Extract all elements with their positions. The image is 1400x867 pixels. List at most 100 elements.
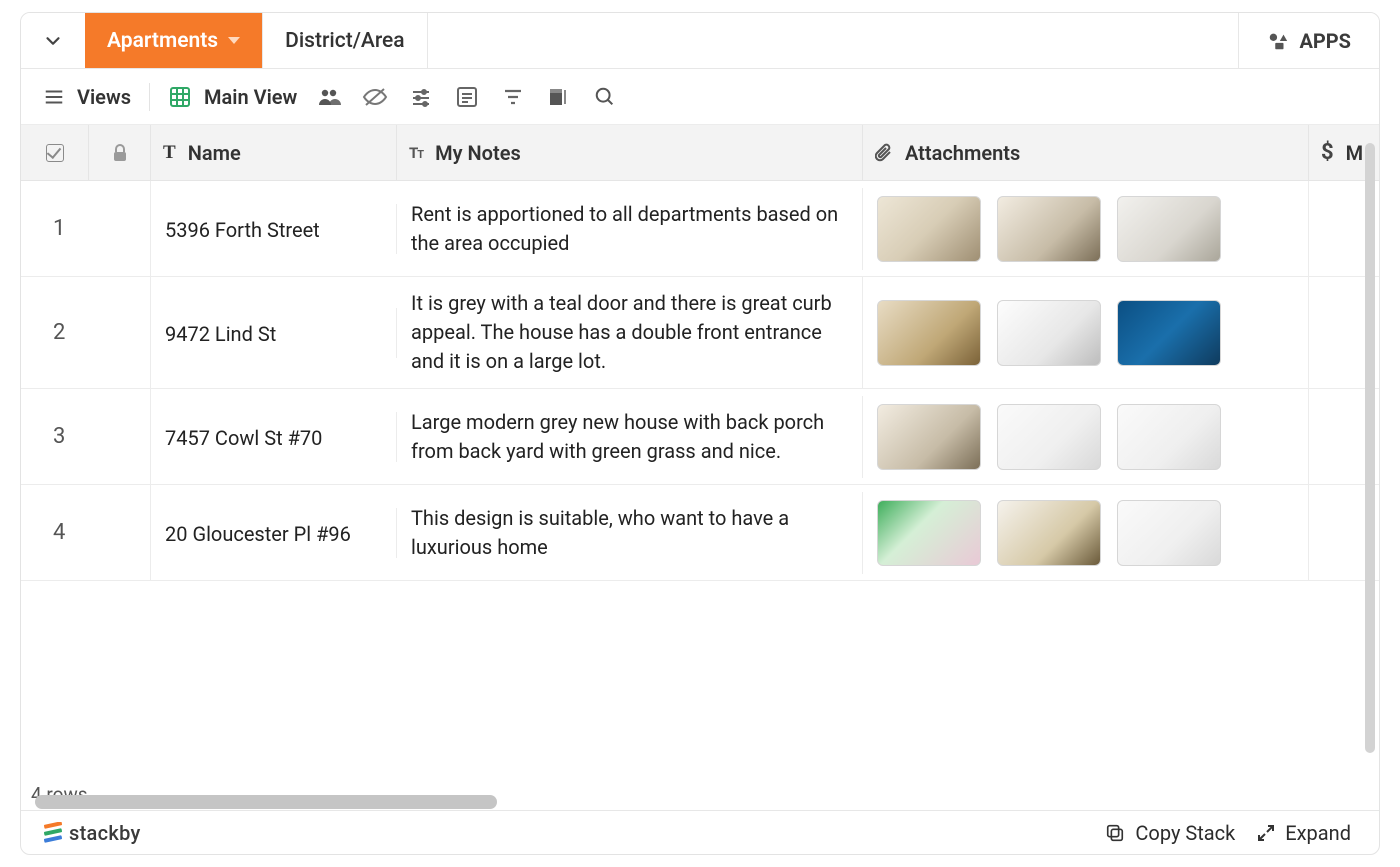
attachment-thumbnail[interactable] <box>1117 196 1221 262</box>
expand-button[interactable]: Expand <box>1251 817 1357 849</box>
attachment-thumbnail[interactable] <box>1117 300 1221 366</box>
horizontal-scrollbar[interactable] <box>21 794 511 810</box>
table-row[interactable]: 3 7457 Cowl St #70 Large modern grey new… <box>21 389 1379 485</box>
paperclip-icon <box>875 143 893 163</box>
select-all-cell[interactable] <box>21 125 89 180</box>
row-number: 4 <box>53 520 65 545</box>
eye-off-icon <box>362 87 388 107</box>
row-number-cell[interactable]: 3 <box>21 389 151 484</box>
vertical-scrollbar[interactable] <box>1365 143 1375 753</box>
view-toolbar: Views Main View <box>21 69 1379 125</box>
row-number-cell[interactable]: 2 <box>21 277 151 388</box>
attachment-thumbnail[interactable] <box>877 196 981 262</box>
cell-value: Large modern grey new house with back po… <box>411 410 824 463</box>
column-label: M <box>1346 141 1364 165</box>
scrollbar-thumb[interactable] <box>35 795 497 809</box>
chevron-down-icon <box>42 30 64 52</box>
cell-attachments[interactable] <box>863 389 1309 484</box>
hamburger-icon <box>43 86 65 108</box>
expand-icon <box>1257 824 1275 842</box>
cell-value: This design is suitable, who want to hav… <box>411 506 789 559</box>
cell-attachments[interactable] <box>863 277 1309 388</box>
hide-fields-button[interactable] <box>361 83 389 111</box>
cell-value: Rent is apportioned to all departments b… <box>411 202 838 255</box>
cell-value: 5396 Forth Street <box>165 218 320 242</box>
separator <box>149 83 150 111</box>
tab-district-area[interactable]: District/Area <box>263 13 428 68</box>
current-view[interactable]: Main View <box>168 85 297 109</box>
table-row[interactable]: 1 5396 Forth Street Rent is apportioned … <box>21 181 1379 277</box>
cell-value: 20 Gloucester Pl #96 <box>165 522 351 546</box>
cell-notes[interactable]: Large modern grey new house with back po… <box>397 396 863 478</box>
search-button[interactable] <box>591 83 619 111</box>
cell-name[interactable]: 20 Gloucester Pl #96 <box>151 508 397 558</box>
column-header-notes[interactable]: TT My Notes <box>397 125 863 180</box>
row-number: 2 <box>53 320 65 345</box>
filter-icon <box>502 86 524 108</box>
cell-attachments[interactable] <box>863 181 1309 276</box>
filter-button[interactable] <box>499 83 527 111</box>
attachment-thumbnail[interactable] <box>877 300 981 366</box>
cell-value: 7457 Cowl St #70 <box>165 426 322 450</box>
row-number-cell[interactable]: 4 <box>21 485 151 580</box>
footer-bar: stackby Copy Stack Expand <box>21 810 1379 854</box>
grid-view-icon <box>168 85 192 109</box>
sliders-icon <box>410 86 432 108</box>
brand[interactable]: stackby <box>43 821 141 845</box>
cell-name[interactable]: 5396 Forth Street <box>151 204 397 254</box>
cell-notes[interactable]: It is grey with a teal door and there is… <box>397 277 863 388</box>
tab-label: District/Area <box>285 29 405 53</box>
cell-notes[interactable]: This design is suitable, who want to hav… <box>397 492 863 574</box>
column-label: Name <box>188 141 241 165</box>
attachment-thumbnail[interactable] <box>877 404 981 470</box>
row-height-icon <box>548 86 570 108</box>
attachment-thumbnail[interactable] <box>1117 404 1221 470</box>
lock-icon <box>112 144 128 162</box>
cell-notes[interactable]: Rent is apportioned to all departments b… <box>397 188 863 270</box>
cell-name[interactable]: 9472 Lind St <box>151 308 397 358</box>
copy-icon <box>1105 823 1125 843</box>
row-number: 3 <box>53 424 65 449</box>
row-number: 1 <box>53 216 65 241</box>
collaborators-button[interactable] <box>315 83 343 111</box>
row-number-cell[interactable]: 1 <box>21 181 151 276</box>
attachment-thumbnail[interactable] <box>1117 500 1221 566</box>
button-label: Expand <box>1285 821 1351 845</box>
long-text-type-icon: TT <box>409 144 423 162</box>
column-header-attachments[interactable]: Attachments <box>863 125 1309 180</box>
grid: T Name TT My Notes Attachments $ M <box>21 125 1379 810</box>
list-box-icon <box>456 86 478 108</box>
views-label: Views <box>77 85 131 109</box>
app-frame: Apartments District/Area APPS Views <box>20 12 1380 855</box>
attachment-thumbnail[interactable] <box>997 300 1101 366</box>
expand-tabs-chevron[interactable] <box>21 13 85 68</box>
apps-button[interactable]: APPS <box>1238 13 1379 68</box>
copy-stack-button[interactable]: Copy Stack <box>1099 817 1241 849</box>
attachment-thumbnail[interactable] <box>997 500 1101 566</box>
row-height-button[interactable] <box>545 83 573 111</box>
column-label: Attachments <box>905 141 1020 165</box>
table-row[interactable]: 4 20 Gloucester Pl #96 This design is su… <box>21 485 1379 581</box>
current-view-label: Main View <box>204 85 297 109</box>
column-header-row: T Name TT My Notes Attachments $ M <box>21 125 1379 181</box>
currency-type-icon: $ <box>1321 140 1334 165</box>
table-tabs: Apartments District/Area APPS <box>21 13 1379 69</box>
attachment-thumbnail[interactable] <box>877 500 981 566</box>
attachment-thumbnail[interactable] <box>997 404 1101 470</box>
group-button[interactable] <box>453 83 481 111</box>
table-row[interactable]: 2 9472 Lind St It is grey with a teal do… <box>21 277 1379 389</box>
attachment-thumbnail[interactable] <box>997 196 1101 262</box>
cell-value: It is grey with a teal door and there is… <box>411 291 832 373</box>
column-header-name[interactable]: T Name <box>151 125 397 180</box>
people-icon <box>317 87 341 107</box>
cell-name[interactable]: 7457 Cowl St #70 <box>151 412 397 462</box>
cell-attachments[interactable] <box>863 485 1309 580</box>
customize-button[interactable] <box>407 83 435 111</box>
grid-body: 1 5396 Forth Street Rent is apportioned … <box>21 181 1379 810</box>
apps-button-label: APPS <box>1299 29 1351 53</box>
lock-column[interactable] <box>89 125 151 180</box>
tab-apartments[interactable]: Apartments <box>85 13 263 68</box>
cell-value: 9472 Lind St <box>165 322 276 346</box>
views-menu[interactable]: Views <box>43 85 131 109</box>
tab-label: Apartments <box>107 29 218 53</box>
